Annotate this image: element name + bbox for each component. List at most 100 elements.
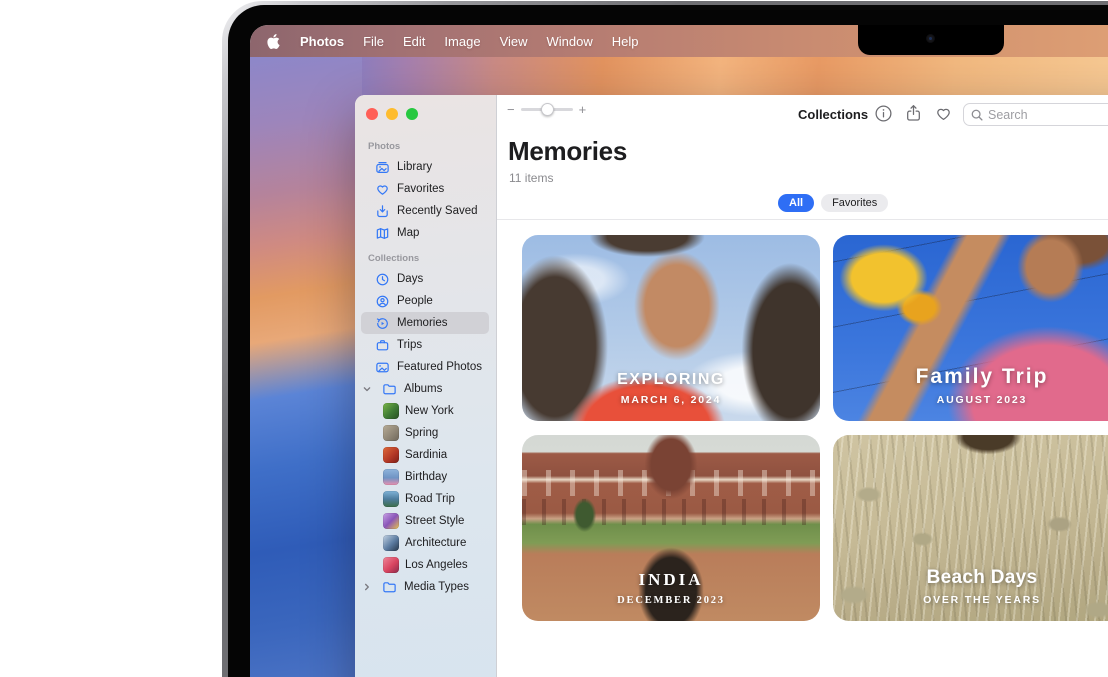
toolbar-title: Collections [798,107,868,122]
card-date: AUGUST 2023 [833,394,1108,406]
camera-notch [858,25,1004,55]
content-divider [497,219,1108,220]
album-label: Birthday [405,471,447,483]
sidebar-item-recently-saved[interactable]: Recently Saved [355,200,496,222]
menu-item-edit[interactable]: Edit [403,34,425,49]
zoom-slider-track[interactable] [521,108,573,111]
card-date: MARCH 6, 2024 [522,394,820,406]
memory-card-india[interactable]: INDIA DECEMBER 2023 [522,435,820,621]
share-icon[interactable] [904,104,923,123]
sidebar-item-label: People [397,295,433,307]
memories-grid: EXPLORING MARCH 6, 2024 Family Trip AUGU… [522,235,1108,621]
menu-item-view[interactable]: View [500,34,528,49]
display-bezel: Photos File Edit Image View Window Help … [228,5,1108,677]
media-types-folder-icon [382,580,397,595]
sidebar-album-road-trip[interactable]: Road Trip [355,488,496,510]
sidebar-item-albums[interactable]: Albums [355,378,496,400]
sidebar-album-sardinia[interactable]: Sardinia [355,444,496,466]
sidebar-section-photos: Photos [368,141,496,152]
search-input[interactable] [988,108,1108,122]
new-york-thumbnail [383,403,399,419]
sidebar-item-label: Memories [397,317,447,329]
recently-saved-icon [375,204,390,219]
search-field[interactable] [963,103,1108,126]
featured-photos-icon [375,360,390,375]
sidebar-item-featured-photos[interactable]: Featured Photos [355,356,496,378]
sardinia-thumbnail [383,447,399,463]
album-label: Street Style [405,515,464,527]
zoom-slider-knob[interactable] [541,103,554,116]
close-button[interactable] [366,108,378,120]
birthday-thumbnail [383,469,399,485]
trips-icon [375,338,390,353]
sidebar-item-library[interactable]: Library [355,156,496,178]
card-title: Family Trip [833,365,1108,389]
menu-item-window[interactable]: Window [547,34,593,49]
photos-window: Photos Library Favorites Recently Saved … [355,95,1108,677]
street-style-thumbnail [383,513,399,529]
minimize-button[interactable] [386,108,398,120]
los-angeles-thumbnail [383,557,399,573]
people-icon [375,294,390,309]
sidebar-section-collections: Collections [368,253,496,264]
sidebar-album-los-angeles[interactable]: Los Angeles [355,554,496,576]
sidebar-album-architecture[interactable]: Architecture [355,532,496,554]
sidebar-item-label: Days [397,273,423,285]
sidebar-item-days[interactable]: Days [355,268,496,290]
sidebar-item-people[interactable]: People [355,290,496,312]
apple-logo-icon[interactable] [267,33,281,49]
album-label: Los Angeles [405,559,468,571]
album-label: Architecture [405,537,466,549]
sidebar-item-label: Trips [397,339,422,351]
sidebar-item-trips[interactable]: Trips [355,334,496,356]
chevron-down-icon[interactable] [361,383,373,395]
sidebar-item-label: Recently Saved [397,205,478,217]
menu-item-file[interactable]: File [363,34,384,49]
search-icon [970,108,984,122]
filter-all-button[interactable]: All [778,194,814,212]
filter-favorites-button[interactable]: Favorites [821,194,888,212]
sidebar-item-media-types[interactable]: Media Types [355,576,496,598]
favorite-icon[interactable] [934,104,953,123]
library-icon [375,160,390,175]
sidebar-item-label: Map [397,227,419,239]
memories-icon [375,316,390,331]
camera-dot [926,34,935,43]
heart-icon [375,182,390,197]
card-caption: EXPLORING MARCH 6, 2024 [522,371,820,406]
album-label: Road Trip [405,493,455,505]
menu-item-help[interactable]: Help [612,34,639,49]
card-caption: Family Trip AUGUST 2023 [833,365,1108,406]
sidebar-album-spring[interactable]: Spring [355,422,496,444]
days-icon [375,272,390,287]
page-title: Memories [508,136,627,167]
thumbnail-zoom-slider[interactable]: − + [507,102,586,117]
memory-card-family-trip[interactable]: Family Trip AUGUST 2023 [833,235,1108,421]
sidebar-item-map[interactable]: Map [355,222,496,244]
info-icon[interactable] [874,104,893,123]
sidebar-item-label: Albums [404,383,442,395]
zoom-button[interactable] [406,108,418,120]
sidebar-item-label: Media Types [404,581,469,593]
sidebar-item-memories[interactable]: Memories [361,312,489,334]
chevron-right-icon[interactable] [361,581,373,593]
menu-item-photos[interactable]: Photos [300,34,344,49]
sidebar-album-new-york[interactable]: New York [355,400,496,422]
sidebar-album-street-style[interactable]: Street Style [355,510,496,532]
sidebar-item-label: Featured Photos [397,361,482,373]
memory-card-beach-days[interactable]: Beach Days OVER THE YEARS [833,435,1108,621]
toolbar: − + Collections [497,95,1108,135]
card-title: Beach Days [833,567,1108,589]
display-screen: Photos File Edit Image View Window Help … [250,25,1108,677]
sidebar-item-favorites[interactable]: Favorites [355,178,496,200]
zoom-in-icon[interactable]: + [579,102,587,117]
main-content: − + Collections [497,95,1108,677]
memory-card-exploring[interactable]: EXPLORING MARCH 6, 2024 [522,235,820,421]
card-caption: INDIA DECEMBER 2023 [522,570,820,606]
card-title: EXPLORING [522,371,820,389]
menu-item-image[interactable]: Image [444,34,480,49]
sidebar-album-birthday[interactable]: Birthday [355,466,496,488]
item-count: 11 items [509,171,553,185]
macbook-frame: Photos File Edit Image View Window Help … [222,1,1108,677]
zoom-out-icon[interactable]: − [507,102,515,117]
